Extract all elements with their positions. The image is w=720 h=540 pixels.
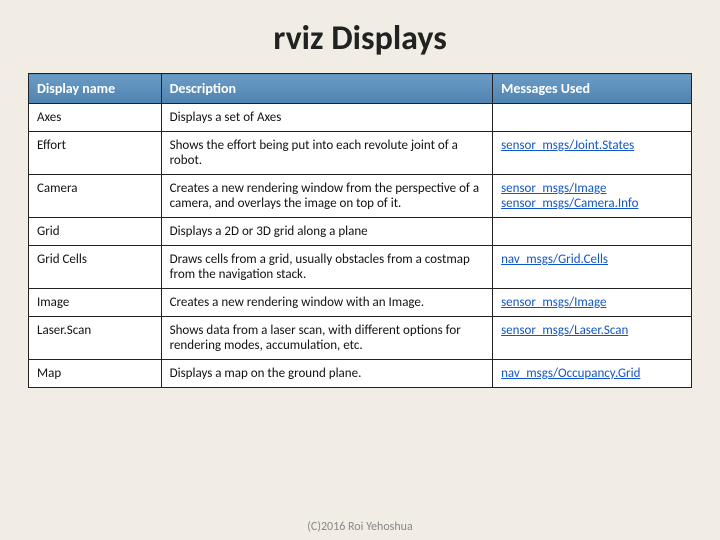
table-row: MapDisplays a map on the ground plane. na… (29, 360, 692, 388)
cell-display-name: Map (29, 360, 162, 388)
cell-description: Draws cells from a grid, usually obstacl… (161, 246, 493, 289)
table-row: GridDisplays a 2D or 3D grid along a pla… (29, 218, 692, 246)
message-link[interactable]: sensor_msgs/Camera.Info (501, 196, 683, 211)
cell-display-name: Grid Cells (29, 246, 162, 289)
table-row: ImageCreates a new rendering window with… (29, 289, 692, 317)
cell-messages: sensor_msgs/Imagesensor_msgs/Camera.Info (493, 175, 692, 218)
cell-display-name: Effort (29, 132, 162, 175)
cell-display-name: Camera (29, 175, 162, 218)
cell-display-name: Laser.Scan (29, 317, 162, 360)
table-row: AxesDisplays a set of Axes (29, 104, 692, 132)
message-link[interactable]: sensor_msgs/Image (501, 181, 683, 196)
cell-messages (493, 218, 692, 246)
page-title: rviz Displays (0, 0, 720, 73)
header-msgs: Messages Used (493, 74, 692, 104)
header-desc: Description (161, 74, 493, 104)
table-row: Grid CellsDraws cells from a grid, usual… (29, 246, 692, 289)
table-container: Display name Description Messages Used A… (28, 73, 692, 388)
cell-description: Displays a 2D or 3D grid along a plane (161, 218, 493, 246)
cell-description: Displays a set of Axes (161, 104, 493, 132)
cell-messages: nav_msgs/Grid.Cells (493, 246, 692, 289)
table-header-row: Display name Description Messages Used (29, 74, 692, 104)
cell-description: Displays a map on the ground plane. (161, 360, 493, 388)
message-link[interactable]: nav_msgs/Grid.Cells (501, 252, 683, 267)
table-row: Laser.ScanShows data from a laser scan, … (29, 317, 692, 360)
table-row: CameraCreates a new rendering window fro… (29, 175, 692, 218)
message-link[interactable]: sensor_msgs/Joint.States (501, 138, 683, 153)
message-link[interactable]: sensor_msgs/Laser.Scan (501, 323, 683, 338)
table-row: EffortShows the effort being put into ea… (29, 132, 692, 175)
message-link[interactable]: sensor_msgs/Image (501, 295, 683, 310)
cell-description: Shows data from a laser scan, with diffe… (161, 317, 493, 360)
cell-messages: nav_msgs/Occupancy.Grid (493, 360, 692, 388)
cell-description: Creates a new rendering window with an I… (161, 289, 493, 317)
cell-description: Shows the effort being put into each rev… (161, 132, 493, 175)
message-link[interactable]: nav_msgs/Occupancy.Grid (501, 366, 683, 381)
cell-display-name: Axes (29, 104, 162, 132)
cell-messages: sensor_msgs/Laser.Scan (493, 317, 692, 360)
displays-table: Display name Description Messages Used A… (28, 73, 692, 388)
cell-description: Creates a new rendering window from the … (161, 175, 493, 218)
footer-text: (C)2016 Roi Yehoshua (0, 520, 720, 534)
header-name: Display name (29, 74, 162, 104)
cell-display-name: Image (29, 289, 162, 317)
cell-display-name: Grid (29, 218, 162, 246)
cell-messages (493, 104, 692, 132)
cell-messages: sensor_msgs/Joint.States (493, 132, 692, 175)
cell-messages: sensor_msgs/Image (493, 289, 692, 317)
